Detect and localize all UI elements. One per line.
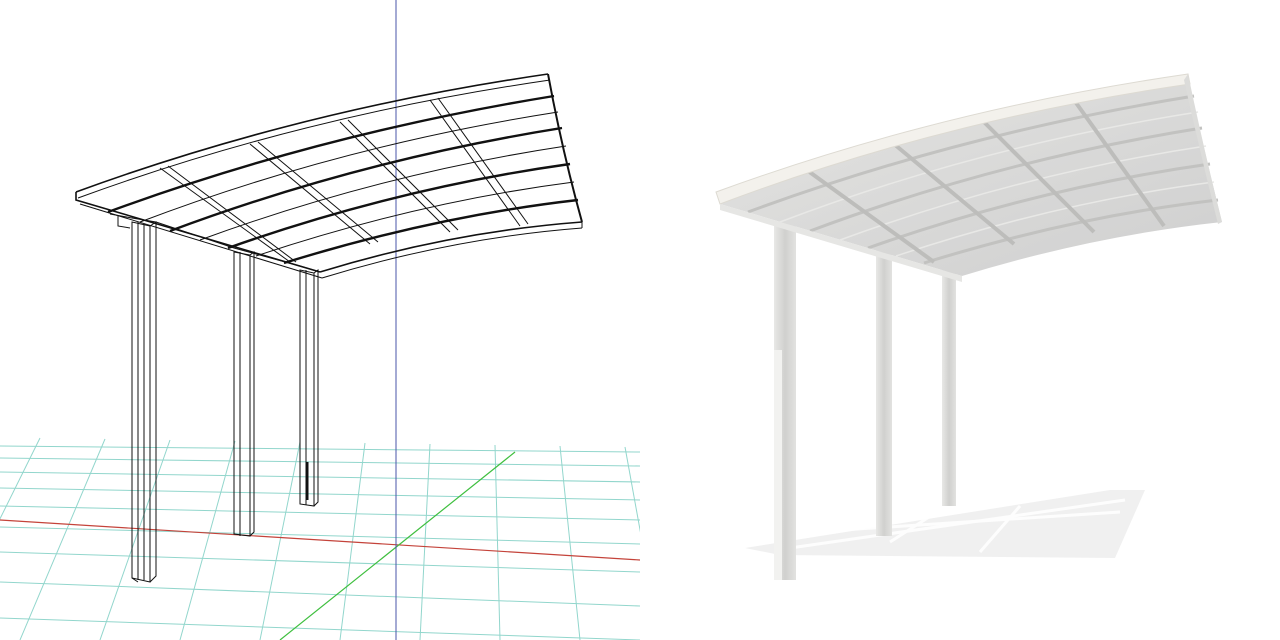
post-middle <box>876 248 892 536</box>
rendered-viewport[interactable] <box>640 0 1280 640</box>
wireframe-viewport[interactable] <box>0 0 640 640</box>
rendered-canvas <box>715 73 1222 580</box>
post-back <box>942 268 956 506</box>
post-back <box>299 269 319 507</box>
x-axis-line <box>0 519 640 561</box>
floor-grid <box>0 437 640 640</box>
post-middle <box>233 251 255 537</box>
wire-posts <box>131 221 319 583</box>
wireframe-canvas <box>0 0 640 640</box>
wire-roof <box>75 73 583 279</box>
y-axis-line <box>279 451 516 640</box>
